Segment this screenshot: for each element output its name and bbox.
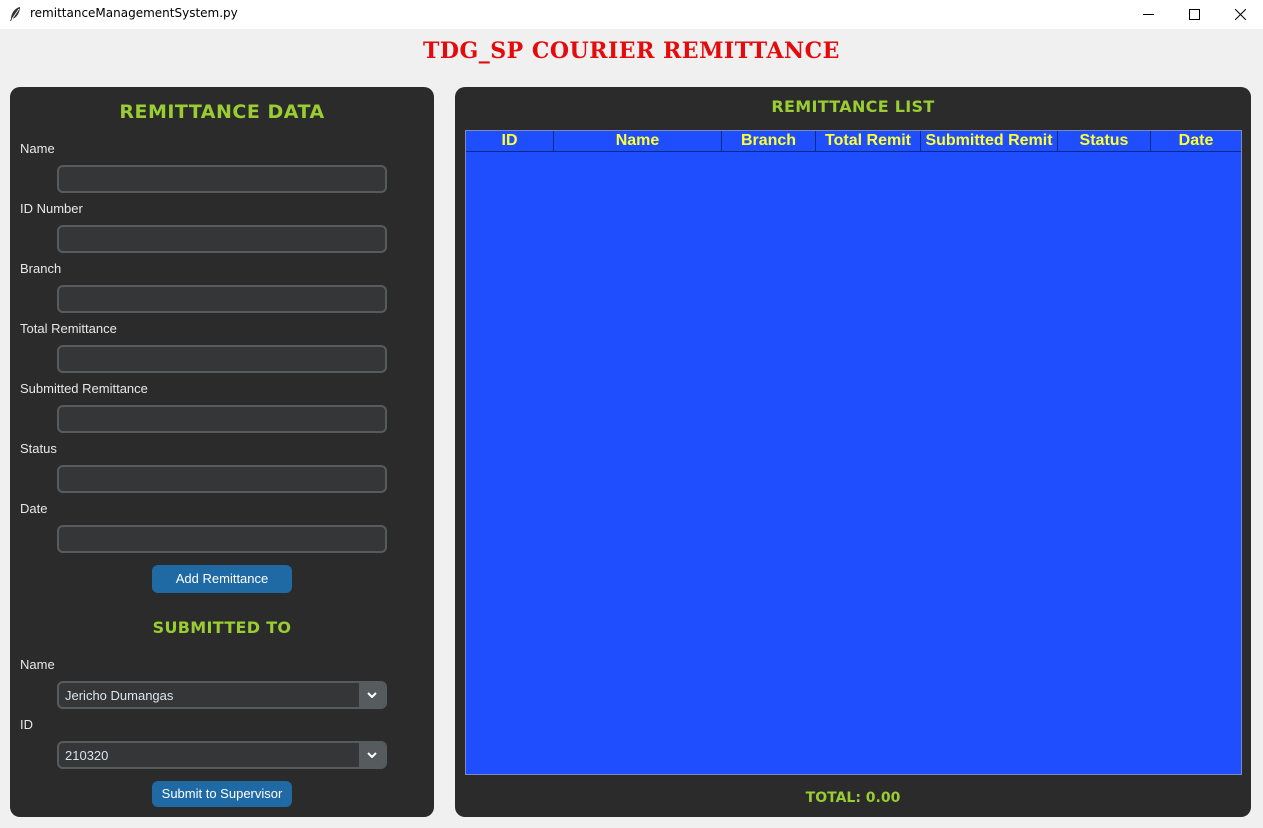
id-number-label: ID Number <box>20 201 83 216</box>
window-titlebar: remittanceManagementSystem.py <box>0 0 1263 29</box>
window-title: remittanceManagementSystem.py <box>30 6 238 20</box>
remittance-list-panel: REMITTANCE LIST ID Name Branch Total Rem… <box>455 87 1251 817</box>
app-title: TDG_SP COURIER REMITTANCE <box>423 38 840 64</box>
status-input[interactable] <box>57 465 387 493</box>
column-header-id[interactable]: ID <box>466 131 554 152</box>
submit-to-supervisor-button[interactable]: Submit to Supervisor <box>152 781 292 807</box>
chevron-down-icon[interactable] <box>359 683 385 707</box>
total-label: TOTAL: 0.00 <box>805 790 901 806</box>
maximize-icon <box>1188 5 1200 24</box>
branch-input[interactable] <box>57 285 387 313</box>
column-header-name[interactable]: Name <box>554 131 722 152</box>
name-label: Name <box>20 141 55 156</box>
column-header-status[interactable]: Status <box>1058 131 1151 152</box>
total-remittance-input[interactable] <box>57 345 387 373</box>
submitted-remittance-label: Submitted Remittance <box>20 381 148 396</box>
supervisor-name-combobox[interactable]: Jericho Dumangas <box>57 681 387 709</box>
id-number-input[interactable] <box>57 225 387 253</box>
submitted-to-title: SUBMITTED TO <box>152 618 292 637</box>
column-header-total-remit[interactable]: Total Remit <box>816 131 921 152</box>
minimize-button[interactable] <box>1125 0 1171 29</box>
supervisor-name-label: Name <box>20 657 55 672</box>
supervisor-name-value: Jericho Dumangas <box>65 688 174 703</box>
close-icon <box>1234 5 1246 24</box>
supervisor-id-combobox[interactable]: 210320 <box>57 741 387 769</box>
close-button[interactable] <box>1217 0 1263 29</box>
total-remittance-label: Total Remittance <box>20 321 117 336</box>
supervisor-id-value: 210320 <box>65 748 109 763</box>
remittance-data-title: REMITTANCE DATA <box>119 101 325 123</box>
remittance-list-title: REMITTANCE LIST <box>771 97 935 116</box>
column-header-submitted-remit[interactable]: Submitted Remit <box>921 131 1058 152</box>
branch-label: Branch <box>20 261 62 276</box>
date-input[interactable] <box>57 525 387 553</box>
add-remittance-button[interactable]: Add Remittance <box>152 565 292 593</box>
name-input[interactable] <box>57 165 387 193</box>
table-header: ID Name Branch Total Remit Submitted Rem… <box>466 131 1241 152</box>
supervisor-id-label: ID <box>20 717 33 732</box>
remittance-table[interactable]: ID Name Branch Total Remit Submitted Rem… <box>465 130 1242 775</box>
column-header-date[interactable]: Date <box>1151 131 1241 152</box>
column-header-branch[interactable]: Branch <box>722 131 816 152</box>
status-label: Status <box>20 441 57 456</box>
remittance-data-panel: REMITTANCE DATA Name ID Number Branch To… <box>10 87 434 817</box>
feather-icon <box>8 6 22 22</box>
submitted-remittance-input[interactable] <box>57 405 387 433</box>
maximize-button[interactable] <box>1171 0 1217 29</box>
chevron-down-icon[interactable] <box>359 743 385 767</box>
date-label: Date <box>20 501 48 516</box>
minimize-icon <box>1142 5 1154 24</box>
